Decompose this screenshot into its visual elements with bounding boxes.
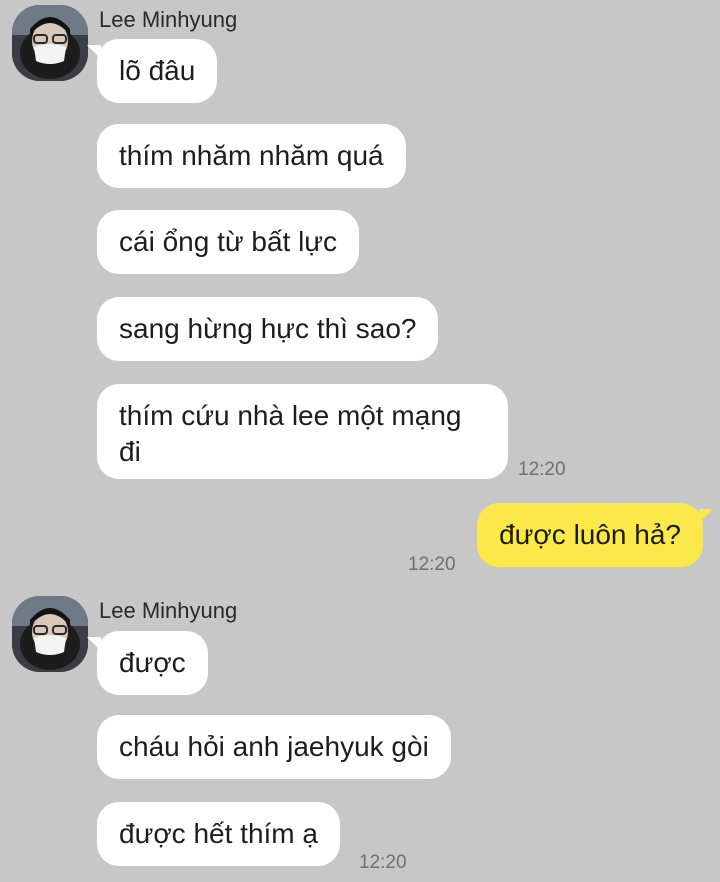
message-timestamp: 12:20 [408,554,456,575]
message-timestamp: 12:20 [518,459,566,480]
message-bubble[interactable]: cái ổng từ bất lực [97,210,360,274]
message-text: được [119,647,186,678]
message-text: cái ổng từ bất lực [119,226,338,257]
message-bubble[interactable]: thím nhăm nhăm quá [97,124,406,188]
message-bubble-outgoing[interactable]: được luôn hả? [477,503,713,567]
message-bubble[interactable]: được hết thím ạ [97,802,340,866]
message-text: được luôn hả? [499,519,681,550]
sender-avatar[interactable] [12,5,88,81]
sender-name: Lee Minhyung [99,7,238,32]
message-text: được hết thím ạ [119,818,318,849]
message-text: cháu hỏi anh jaehyuk gòi [119,731,429,762]
avatar-icon [12,5,88,81]
sender-avatar[interactable] [12,596,88,672]
message-bubble[interactable]: thím cứu nhà lee một mạng đi [97,384,508,479]
avatar-icon [12,596,88,672]
message-bubble[interactable]: cháu hỏi anh jaehyuk gòi [97,715,451,779]
message-text: sang hừng hực thì sao? [119,313,417,344]
message-bubble[interactable]: sang hừng hực thì sao? [97,297,439,361]
message-text: thím nhăm nhăm quá [119,140,384,171]
message-text: lõ đâu [119,55,196,86]
message-bubble[interactable]: lõ đâu [86,39,218,103]
message-bubble[interactable]: được [87,631,208,695]
message-text: thím cứu nhà lee một mạng đi [119,400,462,467]
sender-name: Lee Minhyung [99,598,238,623]
message-timestamp: 12:20 [359,852,407,873]
